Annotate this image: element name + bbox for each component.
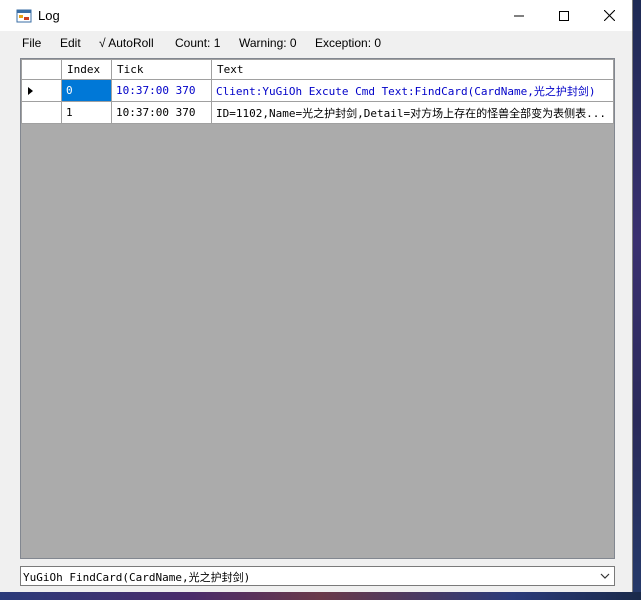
title-bar[interactable]: Log: [0, 0, 632, 31]
cell-text[interactable]: Client:YuGiOh Excute Cmd Text:FindCard(C…: [211, 79, 614, 102]
menu-edit[interactable]: Edit: [60, 36, 81, 50]
table-row[interactable]: 0 10:37:00 370 Client:YuGiOh Excute Cmd …: [21, 79, 614, 102]
cell-tick[interactable]: 10:37:00 370: [111, 101, 212, 124]
maximize-icon: [559, 10, 569, 21]
status-count[interactable]: Count: 1: [175, 36, 220, 50]
cell-index[interactable]: 0: [61, 79, 112, 102]
desktop-background-bottom: [0, 592, 641, 600]
log-table: Index Tick Text 0 10:37:00 370 Client:Yu…: [21, 59, 614, 124]
cell-index[interactable]: 1: [61, 101, 112, 124]
row-header[interactable]: [21, 79, 62, 102]
cell-tick[interactable]: 10:37:00 370: [111, 79, 212, 102]
close-icon: [603, 10, 615, 21]
status-exception[interactable]: Exception: 0: [315, 36, 381, 50]
dropdown-button[interactable]: [596, 567, 614, 585]
menu-file[interactable]: File: [22, 36, 41, 50]
cell-text[interactable]: ID=1102,Name=光之护封剑,Detail=对方场上存在的怪兽全部变为表…: [211, 101, 614, 124]
desktop-background: [633, 0, 641, 600]
log-window: Log File Edit √ AutoRoll Count: 1 Warnin…: [0, 0, 633, 592]
minimize-button[interactable]: [496, 0, 542, 31]
header-row: Index Tick Text: [21, 59, 614, 80]
column-header-index[interactable]: Index: [61, 59, 112, 80]
column-header-tick[interactable]: Tick: [111, 59, 212, 80]
menu-autoroll[interactable]: √ AutoRoll: [99, 36, 154, 50]
row-header[interactable]: [21, 101, 62, 124]
window-title: Log: [38, 8, 60, 23]
command-combobox[interactable]: YuGiOh FindCard(CardName,光之护封剑): [20, 566, 615, 586]
menu-bar: File Edit √ AutoRoll Count: 1 Warning: 0…: [0, 31, 632, 55]
current-row-arrow-icon: [28, 86, 33, 95]
corner-header[interactable]: [21, 59, 62, 80]
app-window-icon: [16, 8, 32, 24]
status-warning[interactable]: Warning: 0: [239, 36, 297, 50]
minimize-icon: [514, 15, 524, 16]
close-button[interactable]: [586, 0, 632, 31]
maximize-button[interactable]: [541, 0, 587, 31]
table-row[interactable]: 1 10:37:00 370 ID=1102,Name=光之护封剑,Detail…: [21, 101, 614, 124]
command-input[interactable]: YuGiOh FindCard(CardName,光之护封剑): [23, 569, 250, 585]
log-grid[interactable]: Index Tick Text 0 10:37:00 370 Client:Yu…: [20, 58, 615, 559]
column-header-text[interactable]: Text: [211, 59, 614, 80]
chevron-down-icon: [600, 573, 610, 579]
